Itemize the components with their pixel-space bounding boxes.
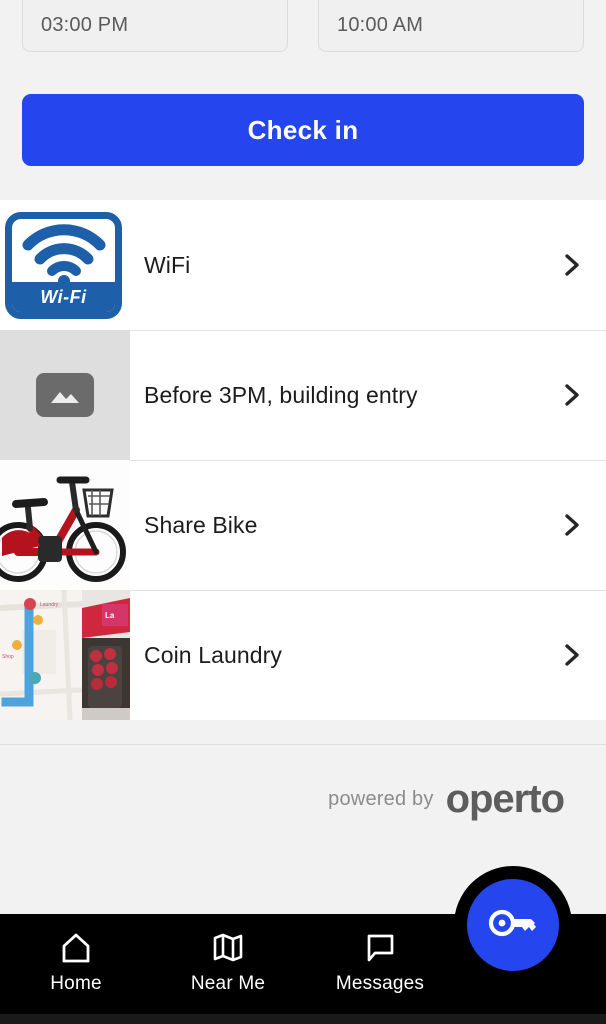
list-item-label: Coin Laundry	[144, 641, 283, 668]
home-indicator	[0, 1014, 606, 1024]
nav-label-home: Home	[50, 972, 102, 994]
wifi-row-body: WiFi	[130, 200, 606, 330]
map-icon	[211, 930, 245, 964]
list-item-wifi[interactable]: Wi-Fi WiFi	[0, 200, 606, 330]
nav-label-near-me: Near Me	[190, 972, 266, 994]
svg-text:Laundry: Laundry	[40, 602, 59, 608]
storefront-thumbnail-part: La	[82, 590, 130, 720]
building-entry-row-body: Before 3PM, building entry	[130, 330, 606, 460]
check-in-button[interactable]: Check in	[22, 94, 584, 166]
wifi-badge-label: Wi-Fi	[12, 282, 115, 312]
check-in-time-field[interactable]: 03:00 PM	[22, 0, 288, 52]
home-icon	[59, 930, 93, 964]
share-bike-row-body: Share Bike	[130, 460, 606, 590]
svg-text:Shop: Shop	[2, 654, 14, 660]
key-access-fab-button[interactable]	[467, 879, 559, 971]
coin-laundry-row-body: Coin Laundry	[130, 590, 606, 720]
coin-laundry-photo: Laundry Shop La	[0, 590, 130, 720]
wifi-arcs-icon	[12, 223, 115, 285]
building-entry-thumbnail	[0, 330, 130, 460]
nav-item-messages[interactable]: Messages	[304, 914, 456, 1010]
list-item-label: Share Bike	[144, 511, 258, 538]
list-item-share-bike[interactable]: Share Bike	[0, 460, 606, 590]
stay-times-row: 03:00 PM 10:00 AM	[0, 0, 606, 56]
operto-logo: operto	[445, 777, 565, 821]
coin-laundry-thumbnail: Laundry Shop La	[0, 590, 130, 720]
check-out-time-field[interactable]: 10:00 AM	[318, 0, 584, 52]
key-icon	[487, 902, 539, 949]
share-bike-thumbnail	[0, 460, 130, 590]
chat-bubble-icon	[363, 930, 397, 964]
powered-by-operto: powered by operto	[328, 777, 565, 821]
check-in-button-container: Check in	[0, 56, 606, 166]
powered-by-label: powered by	[328, 787, 434, 810]
wifi-icon: Wi-Fi	[5, 212, 122, 319]
nav-label-messages: Messages	[335, 972, 425, 994]
nav-item-home[interactable]: Home	[0, 914, 152, 1010]
chevron-right-icon	[558, 252, 584, 278]
chevron-right-icon	[558, 382, 584, 408]
list-item-building-entry[interactable]: Before 3PM, building entry	[0, 330, 606, 460]
svg-text:La: La	[105, 611, 115, 620]
map-thumbnail-part: Laundry Shop	[0, 590, 82, 720]
wifi-thumbnail: Wi-Fi	[0, 200, 130, 330]
list-item-label: Before 3PM, building entry	[144, 381, 418, 408]
image-placeholder-icon	[0, 330, 130, 460]
share-bike-photo	[0, 460, 130, 590]
chevron-right-icon	[558, 512, 584, 538]
guides-list: Wi-Fi WiFi Before 3PM, building entry Sh…	[0, 200, 606, 720]
nav-item-near-me[interactable]: Near Me	[152, 914, 304, 1010]
bottom-navigation-bar: Home Near Me Messages	[0, 866, 606, 1024]
chevron-right-icon	[558, 642, 584, 668]
list-item-label: WiFi	[144, 251, 191, 278]
list-item-coin-laundry[interactable]: Laundry Shop La Coin Laundry	[0, 590, 606, 720]
list-footer-gap	[0, 720, 606, 744]
